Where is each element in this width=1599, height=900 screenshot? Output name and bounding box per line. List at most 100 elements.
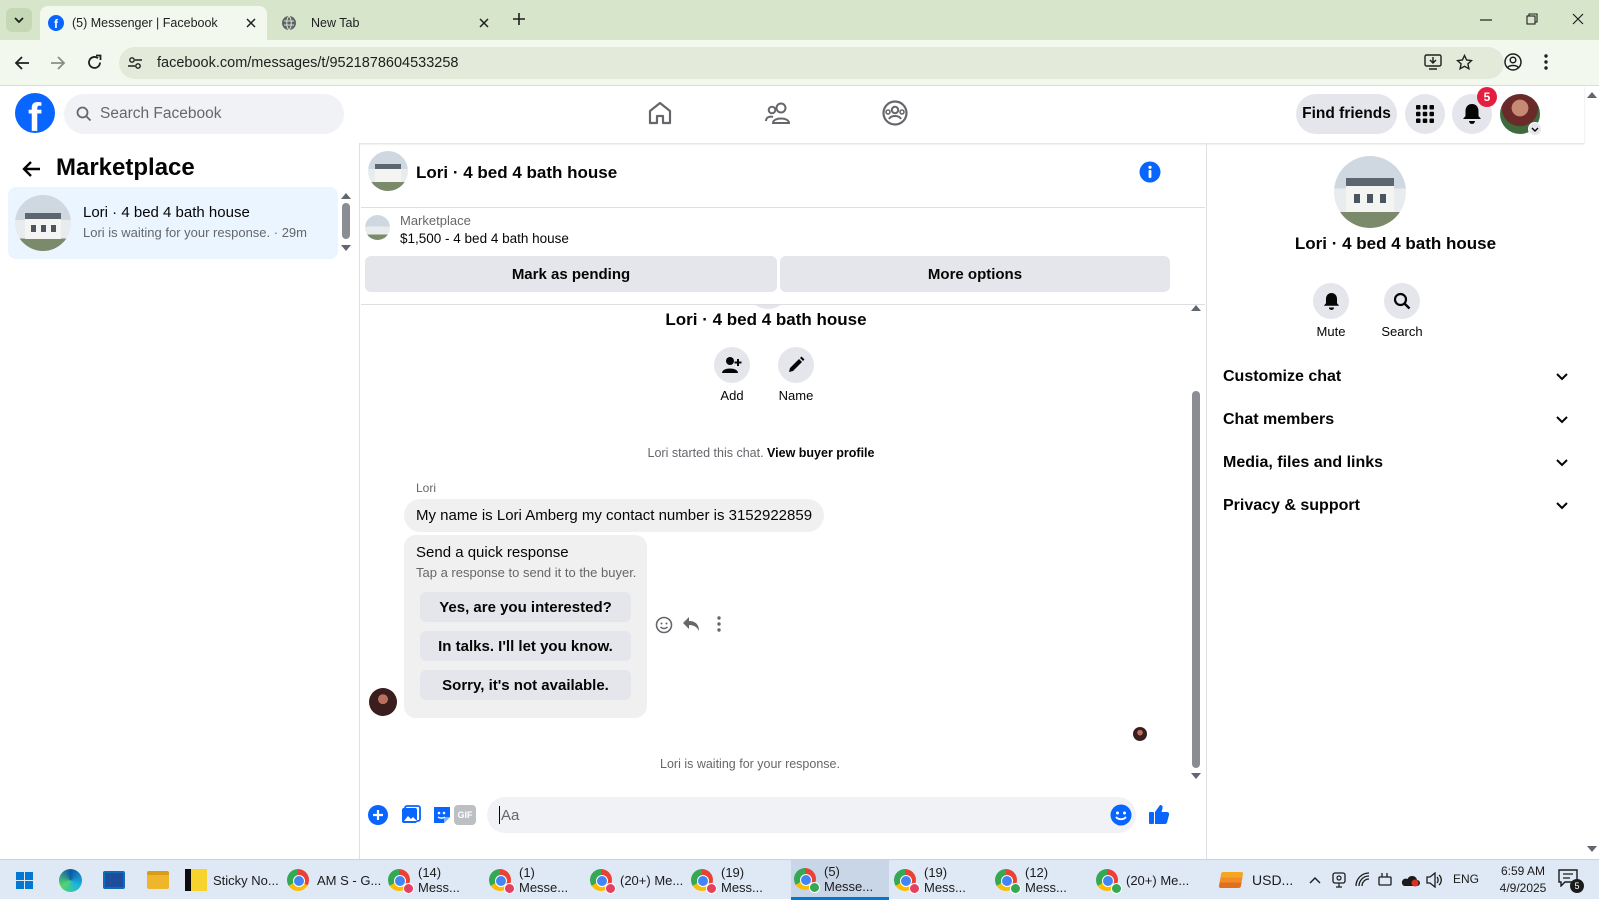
notification-center-badge: 5: [1570, 879, 1584, 893]
language-indicator[interactable]: ENG: [1453, 872, 1479, 886]
search-input[interactable]: Search Facebook: [64, 94, 344, 134]
taskbar-item[interactable]: AM S - G...: [287, 860, 383, 900]
taskbar-item[interactable]: (19) Mess...: [691, 860, 787, 900]
taskbar-item[interactable]: (20+) Me...: [590, 860, 686, 900]
sticker-icon[interactable]: [432, 805, 452, 825]
tab-search-button[interactable]: [6, 8, 32, 32]
groups-nav-icon[interactable]: [881, 99, 909, 127]
edge-icon[interactable]: [59, 869, 82, 892]
taskbar-item-active[interactable]: (5) Messe...: [791, 860, 889, 900]
react-emoji-icon[interactable]: [655, 616, 673, 634]
mute-button[interactable]: Mute: [1306, 283, 1356, 339]
add-member-button[interactable]: Add: [707, 347, 757, 403]
taskbar-item[interactable]: (12) Mess...: [995, 860, 1091, 900]
taskbar-item[interactable]: (1) Messe...: [489, 860, 585, 900]
taskbar-item[interactable]: (20+) Me...: [1096, 860, 1192, 900]
onedrive-icon[interactable]: [1400, 873, 1420, 887]
conversation-item[interactable]: Lori · 4 bed 4 bath house Lori is waitin…: [8, 187, 338, 259]
taskbar-item[interactable]: Sticky No...: [185, 860, 281, 900]
notification-center-button[interactable]: 5: [1558, 869, 1584, 893]
reply-icon[interactable]: [682, 616, 700, 633]
install-app-icon[interactable]: [1424, 54, 1442, 71]
details-avatar[interactable]: [1334, 156, 1406, 228]
network-icon[interactable]: [1355, 872, 1371, 888]
quick-response-button[interactable]: In talks. I'll let you know.: [420, 631, 631, 661]
taskbar-item[interactable]: (19) Mess...: [894, 860, 990, 900]
close-window-icon[interactable]: [1572, 13, 1584, 25]
chrome-icon: [894, 869, 920, 894]
quick-response-label: Yes, are you interested?: [439, 598, 612, 616]
conversation-list-panel: Marketplace Lori · 4 bed 4 bath house Lo…: [0, 143, 360, 859]
listing-thumbnail[interactable]: [365, 215, 390, 240]
close-tab-icon[interactable]: [246, 18, 256, 28]
pencil-icon: [789, 356, 805, 372]
reload-icon[interactable]: [86, 54, 103, 71]
plus-circle-icon[interactable]: [368, 805, 388, 825]
facebook-favicon-icon: f: [48, 15, 64, 31]
clock[interactable]: 6:59 AM 4/9/2025: [1487, 863, 1559, 897]
site-info-icon[interactable]: [127, 55, 143, 71]
taskbar-app-icon[interactable]: [103, 871, 125, 889]
home-nav-icon[interactable]: [647, 100, 673, 126]
forward-arrow-icon[interactable]: [50, 55, 66, 71]
minimize-icon[interactable]: [1480, 19, 1492, 21]
windows-start-icon[interactable]: [16, 872, 33, 889]
menu-button[interactable]: [1405, 94, 1445, 134]
tab-new-tab[interactable]: New Tab: [273, 6, 500, 40]
message-scrollbar[interactable]: [1191, 305, 1201, 783]
tab-messenger[interactable]: f (5) Messenger | Facebook: [40, 6, 267, 40]
mark-as-pending-button[interactable]: Mark as pending: [365, 256, 777, 292]
chat-avatar[interactable]: [368, 151, 408, 191]
currency-widget[interactable]: USD...: [1218, 860, 1305, 900]
listing-title[interactable]: $1,500 - 4 bed 4 bath house: [400, 231, 569, 246]
bookmark-star-icon[interactable]: [1456, 54, 1473, 71]
file-explorer-icon[interactable]: [147, 871, 169, 889]
restore-icon[interactable]: [1526, 13, 1538, 25]
notifications-button[interactable]: 5: [1452, 87, 1497, 134]
intro-title: Lori · 4 bed 4 bath house: [665, 310, 867, 329]
quick-response-button[interactable]: Yes, are you interested?: [420, 592, 631, 622]
sender-avatar[interactable]: [369, 688, 397, 716]
info-icon[interactable]: [1139, 161, 1161, 183]
photo-icon[interactable]: [401, 805, 421, 825]
show-hidden-icons-icon[interactable]: [1309, 876, 1321, 884]
more-options-button[interactable]: More options: [780, 256, 1170, 292]
chevron-down-icon: [1556, 373, 1568, 381]
camera-icon[interactable]: [1332, 872, 1346, 888]
account-avatar[interactable]: [1500, 94, 1542, 136]
friends-nav-icon[interactable]: [764, 100, 792, 126]
search-placeholder: Search Facebook: [100, 105, 222, 122]
battery-plug-icon[interactable]: [1378, 872, 1394, 888]
facebook-logo-icon[interactable]: f: [15, 93, 55, 133]
close-tab-icon[interactable]: [479, 18, 489, 28]
thumbs-up-icon[interactable]: [1148, 803, 1170, 825]
taskbar-item[interactable]: (14) Mess...: [388, 860, 484, 900]
profile-icon[interactable]: [1504, 53, 1522, 71]
more-actions-icon[interactable]: [717, 616, 721, 632]
search-chat-button[interactable]: Search: [1377, 283, 1427, 339]
address-bar[interactable]: facebook.com/messages/t/9521878604533258: [119, 47, 1504, 79]
listing-bar: Marketplace $1,500 - 4 bed 4 bath house …: [361, 208, 1205, 305]
volume-icon[interactable]: [1426, 872, 1443, 888]
back-arrow-icon[interactable]: [14, 55, 30, 71]
chevron-down-icon: [1556, 459, 1568, 467]
account-chevron-icon: [1528, 122, 1542, 136]
media-files-links-section[interactable]: Media, files and links: [1223, 443, 1568, 483]
message-input[interactable]: Aa: [487, 797, 1136, 833]
privacy-support-section[interactable]: Privacy & support: [1223, 486, 1568, 526]
chat-members-section[interactable]: Chat members: [1223, 400, 1568, 440]
nickname-button[interactable]: Name: [771, 347, 821, 403]
left-scrollbar[interactable]: [341, 193, 351, 253]
quick-response-button[interactable]: Sorry, it's not available.: [420, 670, 631, 700]
page-scrollbar[interactable]: [1586, 86, 1598, 859]
kebab-menu-icon[interactable]: [1544, 53, 1548, 71]
view-buyer-profile-link[interactable]: View buyer profile: [767, 446, 874, 460]
new-tab-plus-icon[interactable]: [512, 12, 526, 26]
customize-chat-section[interactable]: Customize chat: [1223, 357, 1568, 397]
emoji-icon[interactable]: [1110, 804, 1132, 826]
message-bubble[interactable]: My name is Lori Amberg my contact number…: [404, 499, 825, 532]
gif-icon[interactable]: GIF: [454, 805, 476, 825]
find-friends-button[interactable]: Find friends: [1296, 94, 1397, 134]
chat-title[interactable]: Lori · 4 bed 4 bath house: [416, 163, 617, 183]
back-arrow-icon[interactable]: [21, 160, 41, 178]
